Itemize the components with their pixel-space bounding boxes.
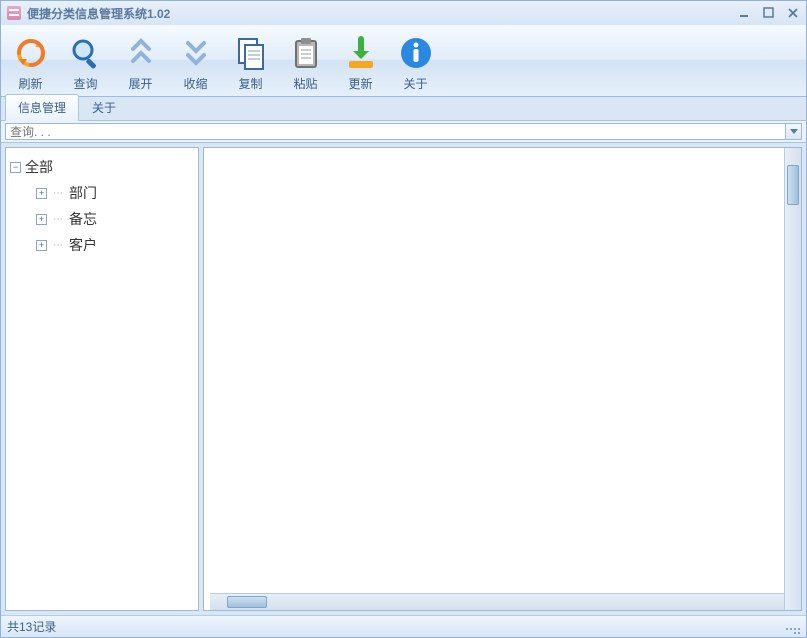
paste-icon	[287, 34, 325, 72]
tab-info-management[interactable]: 信息管理	[5, 94, 79, 121]
refresh-icon	[12, 34, 50, 72]
vertical-scroll-thumb[interactable]	[787, 165, 799, 205]
paste-button[interactable]: 粘贴	[278, 29, 333, 96]
main-panel	[203, 147, 802, 611]
about-button[interactable]: 关于	[388, 29, 443, 96]
refresh-button[interactable]: 刷新	[3, 29, 58, 96]
download-icon	[342, 34, 380, 72]
search-combobox[interactable]	[5, 123, 802, 140]
tabbar: 信息管理 关于	[1, 97, 806, 121]
paste-label: 粘贴	[293, 75, 317, 92]
tree-toggle-collapse[interactable]: −	[10, 162, 21, 173]
app-icon	[7, 6, 21, 20]
refresh-label: 刷新	[18, 75, 42, 92]
tree-connector-icon: ⋯	[53, 240, 63, 251]
tree-item-label: 客户	[69, 235, 97, 255]
query-label: 查询	[73, 75, 97, 92]
maximize-button[interactable]	[762, 6, 776, 20]
copy-label: 复制	[238, 75, 262, 92]
copy-icon	[232, 34, 270, 72]
close-button[interactable]	[786, 6, 800, 20]
copy-button[interactable]: 复制	[223, 29, 278, 96]
main-content	[210, 154, 784, 604]
update-button[interactable]: 更新	[333, 29, 388, 96]
collapse-icon	[177, 34, 215, 72]
search-input[interactable]	[6, 124, 785, 139]
tree-item-label: 备忘	[69, 209, 97, 229]
expand-label: 展开	[128, 75, 152, 92]
tree-panel: − 全部 + ⋯ 部门 + ⋯ 备忘 + ⋯ 客户	[5, 147, 199, 611]
tree-node-customer[interactable]: + ⋯ 客户	[10, 232, 194, 258]
expand-button[interactable]: 展开	[113, 29, 168, 96]
tree-connector-icon: ⋯	[53, 188, 63, 199]
collapse-button[interactable]: 收缩	[168, 29, 223, 96]
tree-toggle-expand[interactable]: +	[36, 188, 47, 199]
window-title: 便捷分类信息管理系统1.02	[27, 5, 170, 22]
search-dropdown-button[interactable]	[785, 124, 801, 139]
tree-root[interactable]: − 全部	[10, 154, 194, 180]
content-area: − 全部 + ⋯ 部门 + ⋯ 备忘 + ⋯ 客户	[1, 143, 806, 615]
tree-item-label: 部门	[69, 183, 97, 203]
horizontal-scroll-thumb[interactable]	[227, 596, 267, 608]
search-icon	[67, 34, 105, 72]
tree-node-memo[interactable]: + ⋯ 备忘	[10, 206, 194, 232]
horizontal-scrollbar[interactable]	[210, 593, 784, 610]
tree-toggle-expand[interactable]: +	[36, 214, 47, 225]
vertical-scrollbar[interactable]	[784, 148, 801, 610]
tab-about[interactable]: 关于	[79, 94, 129, 120]
titlebar: 便捷分类信息管理系统1.02	[1, 1, 806, 25]
resize-grip[interactable]	[786, 620, 800, 634]
tree-node-department[interactable]: + ⋯ 部门	[10, 180, 194, 206]
statusbar: 共13记录	[1, 615, 806, 637]
about-label: 关于	[403, 75, 427, 92]
info-icon	[397, 34, 435, 72]
toolbar: 刷新 查询 展开 收缩 复制 粘贴 更新	[1, 25, 806, 97]
tree-toggle-expand[interactable]: +	[36, 240, 47, 251]
expand-icon	[122, 34, 160, 72]
status-text: 共13记录	[7, 618, 56, 635]
tree-root-label: 全部	[25, 157, 53, 177]
minimize-button[interactable]	[738, 6, 752, 20]
searchbar	[1, 121, 806, 143]
tree-connector-icon: ⋯	[53, 214, 63, 225]
query-button[interactable]: 查询	[58, 29, 113, 96]
update-label: 更新	[348, 75, 372, 92]
collapse-label: 收缩	[183, 75, 207, 92]
